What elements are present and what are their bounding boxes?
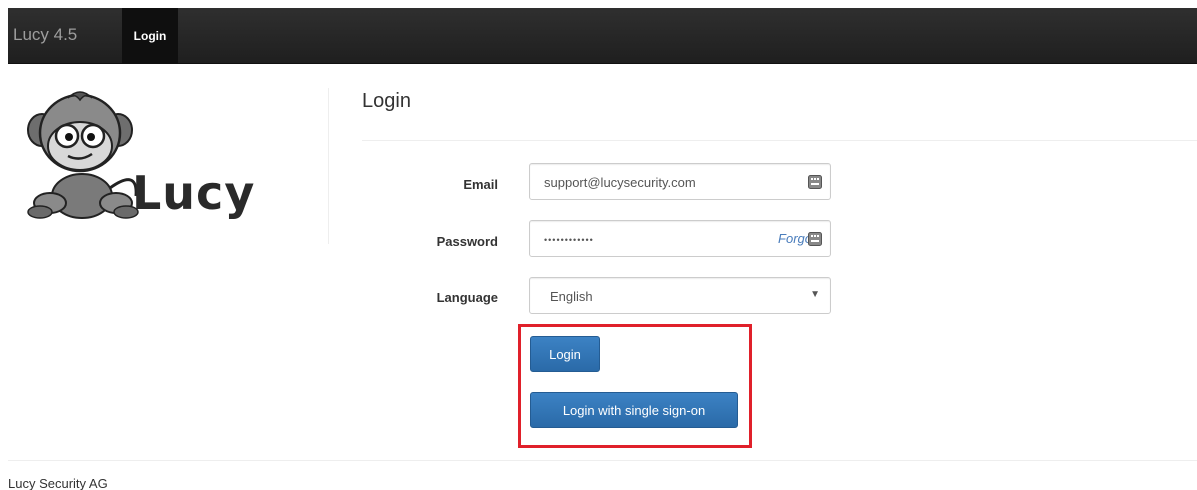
- forgot-password-link[interactable]: Forgo: [778, 231, 812, 246]
- footer-divider: [8, 460, 1197, 461]
- login-button[interactable]: Login: [530, 336, 600, 372]
- password-label: Password: [436, 234, 498, 249]
- lucy-logo: Lucy: [20, 88, 270, 228]
- title-divider: [362, 140, 1197, 141]
- sso-login-button[interactable]: Login with single sign-on: [530, 392, 738, 428]
- logo-divider: [328, 88, 329, 244]
- nav-tab-login[interactable]: Login: [122, 8, 178, 64]
- chevron-down-icon: ▼: [810, 289, 820, 300]
- language-selected-value: English: [550, 289, 593, 304]
- password-field[interactable]: •••••••••••• Forgo: [529, 220, 831, 257]
- email-label: Email: [463, 177, 498, 192]
- top-navbar: Lucy 4.5 Login: [8, 8, 1197, 64]
- page-title: Login: [362, 90, 411, 112]
- logo-wordmark: Lucy: [132, 166, 256, 220]
- language-select[interactable]: English ▼: [529, 277, 831, 314]
- email-field[interactable]: support@lucysecurity.com: [529, 163, 831, 200]
- email-value: support@lucysecurity.com: [544, 175, 696, 190]
- keyboard-icon[interactable]: [808, 232, 822, 246]
- keyboard-icon[interactable]: [808, 175, 822, 189]
- footer-company: Lucy Security AG: [8, 476, 108, 490]
- navbar-brand[interactable]: Lucy 4.5: [13, 25, 77, 45]
- language-label: Language: [436, 290, 498, 305]
- password-value: ••••••••••••: [544, 235, 594, 245]
